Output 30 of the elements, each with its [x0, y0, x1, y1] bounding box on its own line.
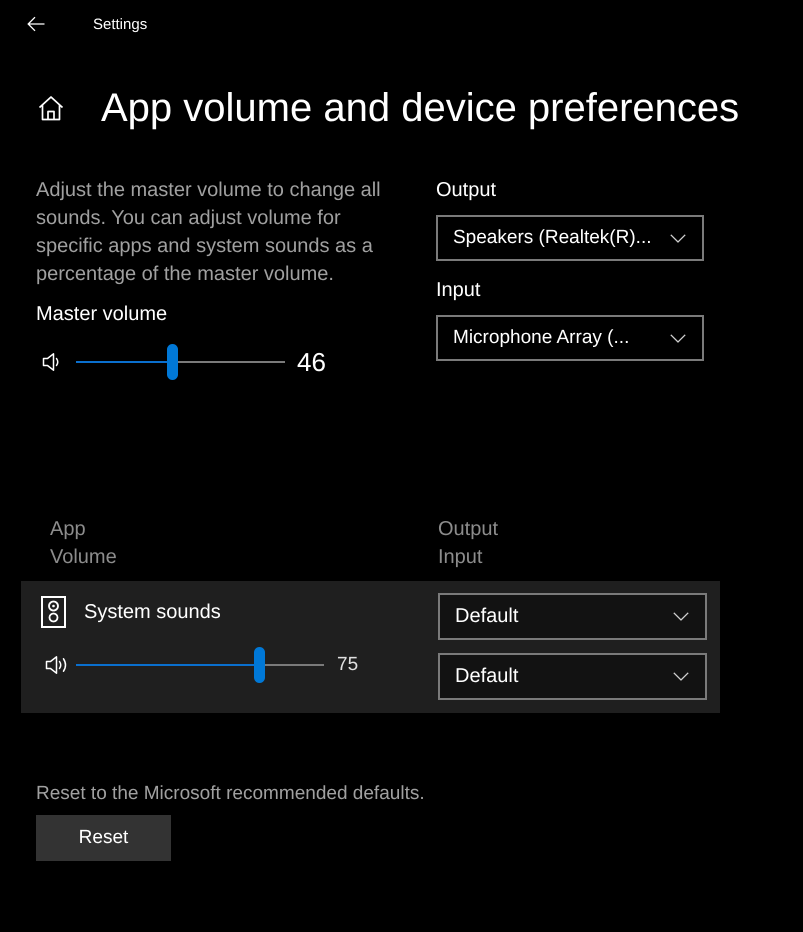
description-text: Adjust the master volume to change all sounds. You can adjust volume for specific apps and system sounds as a percentage of the master volume. — [36, 178, 382, 287]
reset-button[interactable]: Reset — [36, 815, 171, 861]
home-icon — [38, 95, 64, 121]
output-dropdown[interactable]: Speakers (Realtek(R)... — [436, 215, 704, 261]
speaker-icon — [42, 352, 61, 372]
speaker-icon — [45, 655, 69, 675]
back-arrow-icon[interactable] — [27, 16, 45, 32]
device-label: Input — [436, 278, 482, 303]
chevron-down-icon — [670, 334, 686, 342]
chevron-down-icon — [673, 612, 689, 621]
column-header: App — [50, 517, 87, 542]
chevron-down-icon — [670, 234, 686, 242]
app-name: System sounds — [84, 600, 221, 624]
input-dropdown[interactable]: Microphone Array (... — [436, 315, 704, 361]
device-label: Output — [436, 178, 498, 203]
column-header: Volume — [50, 545, 118, 570]
speaker-box-icon — [41, 596, 66, 628]
reset-description: Reset to the Microsoft recommended defaults. — [36, 782, 426, 806]
input-dropdown[interactable]: Default — [438, 653, 707, 700]
slider-thumb[interactable] — [167, 344, 178, 380]
volume-value: 75 — [337, 654, 358, 676]
slider-thumb[interactable] — [254, 647, 265, 683]
page-title: App volume and device preferences — [101, 85, 740, 132]
output-dropdown[interactable]: Default — [438, 593, 707, 640]
volume-value: 46 — [297, 346, 326, 379]
column-header: Output — [438, 517, 498, 542]
column-header: Input — [438, 545, 484, 570]
window-title: Settings — [93, 16, 148, 32]
master-volume-label: Master volume — [36, 302, 168, 327]
chevron-down-icon — [673, 672, 689, 681]
